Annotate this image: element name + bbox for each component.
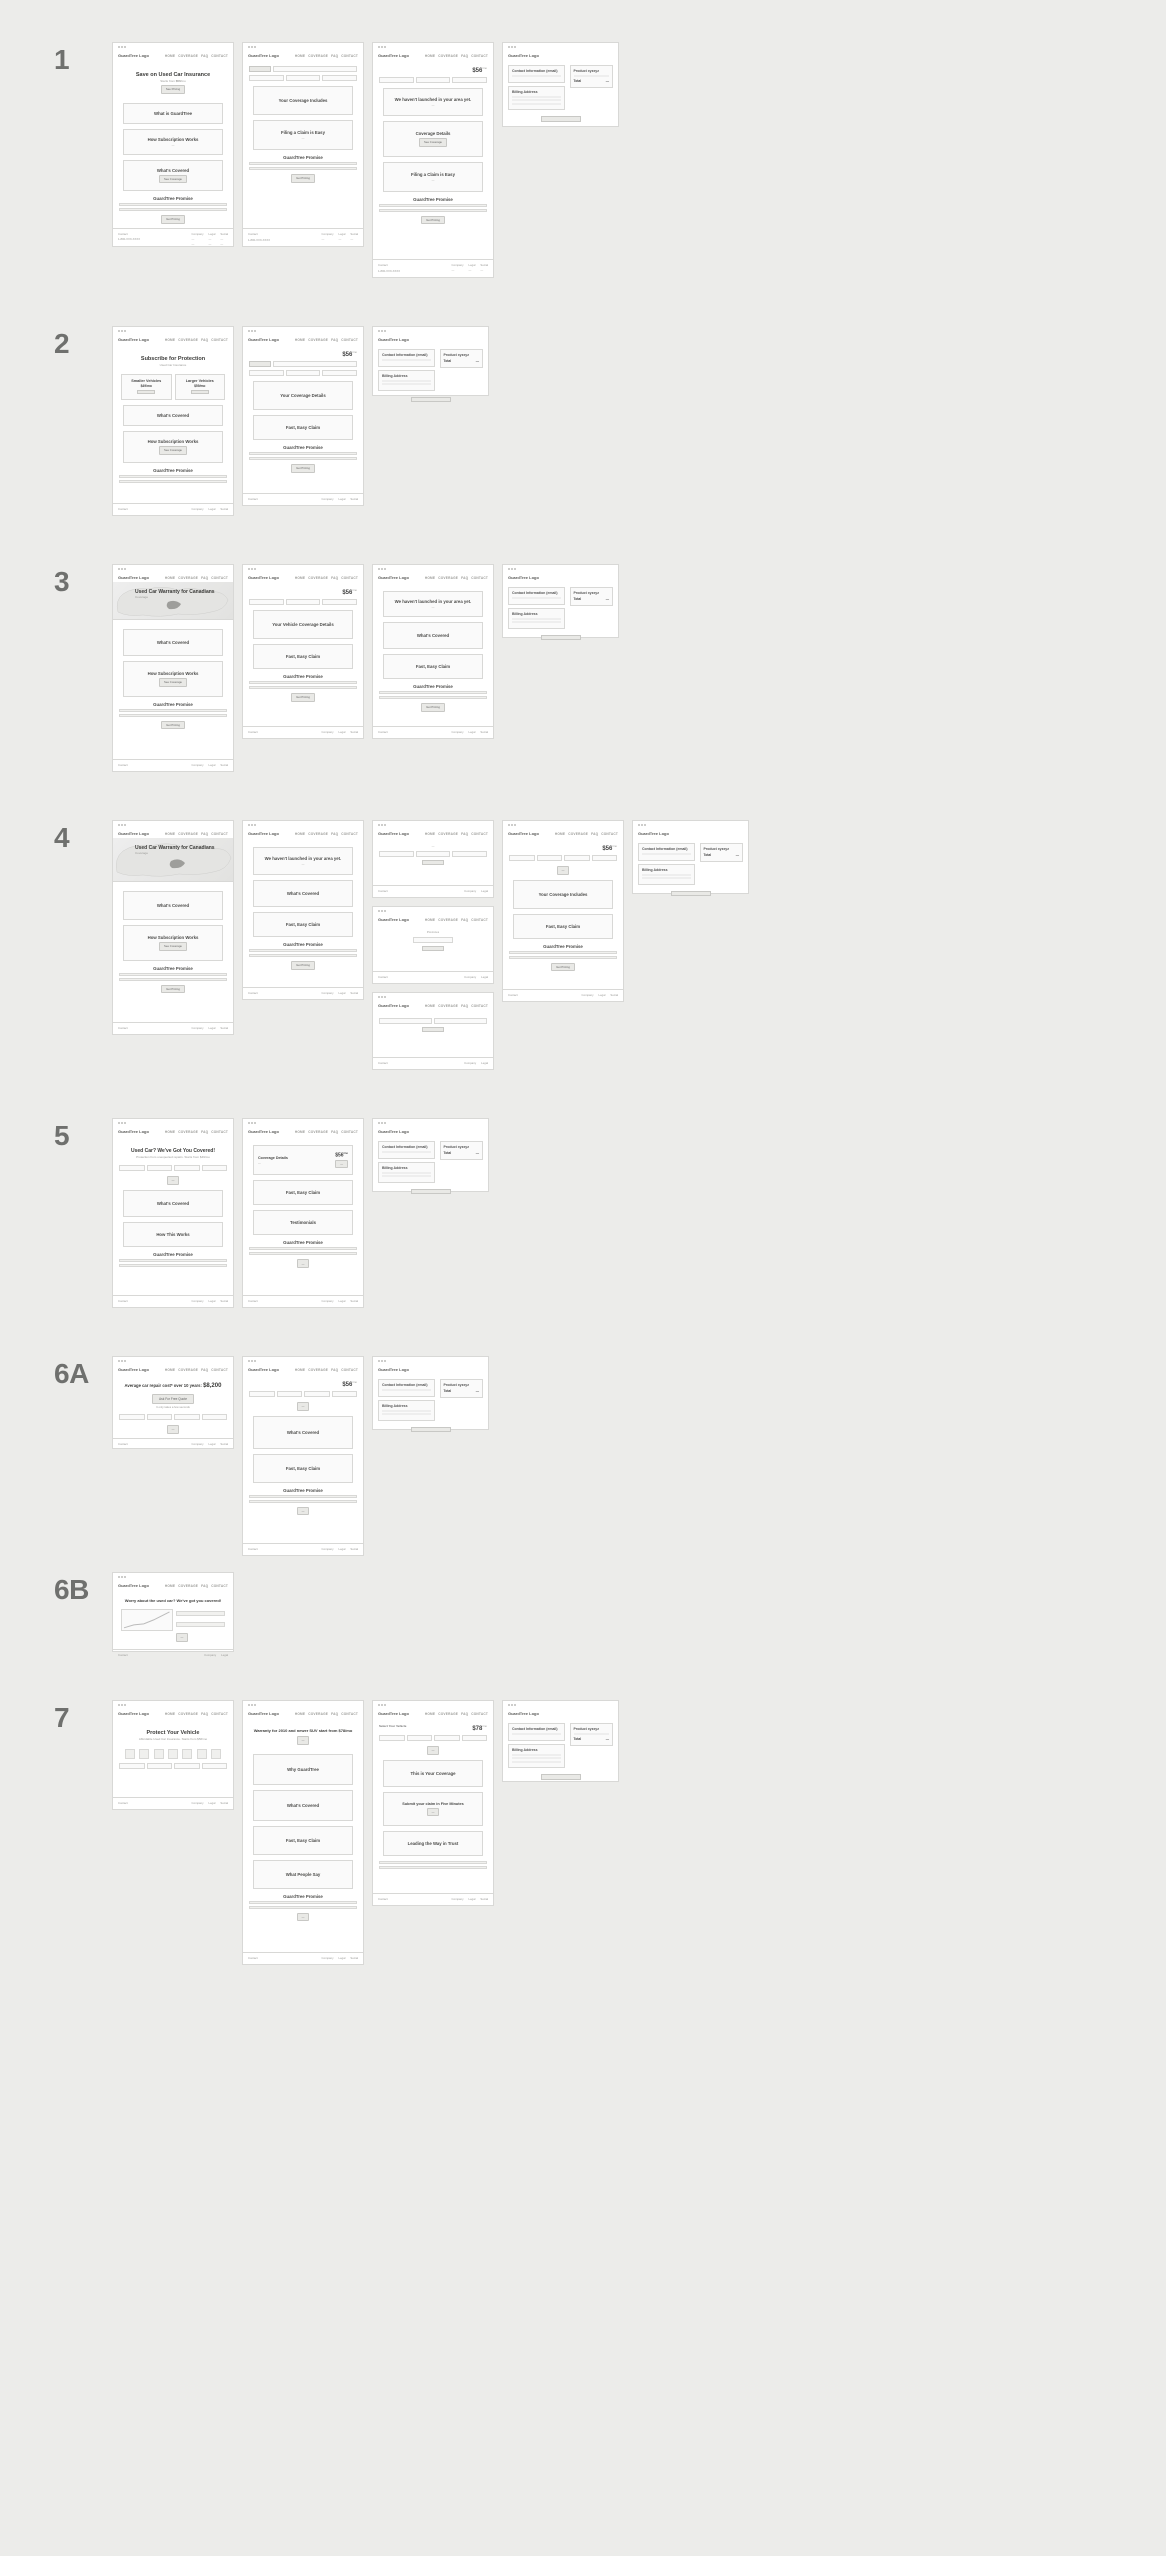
screen-r1-landing[interactable]: GuardTree Logo HOMECOVERAGEFAQCONTACT Sa… — [112, 42, 234, 247]
flow-row-6b: 6B GuardTree LogoHOMECOVERAGEFAQCONTACT … — [54, 1572, 1126, 1652]
row-label: 1 — [54, 42, 112, 76]
vehicle-type-icons[interactable] — [125, 1749, 221, 1759]
screen-r3-notlaunched[interactable]: GuardTree LogoHOMECOVERAGEFAQCONTACT We … — [372, 564, 494, 739]
screen-r7-select[interactable]: GuardTree LogoHOMECOVERAGEFAQCONTACT Sel… — [372, 1700, 494, 1906]
flow-row-3: 3 GuardTree LogoHOMECOVERAGEFAQCONTACT U… — [54, 564, 1126, 772]
screen-r3-quote[interactable]: GuardTree LogoHOMECOVERAGEFAQCONTACT $56… — [242, 564, 364, 739]
flow-row-5: 5 GuardTree LogoHOMECOVERAGEFAQCONTACT U… — [54, 1118, 1126, 1308]
screen-r2-checkout[interactable]: GuardTree Logo Contact Information (emai… — [372, 326, 489, 396]
field-year[interactable] — [249, 75, 284, 81]
screen-r6-checkout[interactable]: GuardTree Logo Contact Information (emai… — [372, 1356, 489, 1430]
screen-r3-checkout[interactable]: GuardTree Logo Contact Information (emai… — [502, 564, 619, 638]
wireframe-canvas: 1 GuardTree Logo HOMECOVERAGEFAQCONTACT … — [0, 0, 1166, 2093]
complete-purchase-button[interactable] — [541, 116, 581, 122]
plan-smaller[interactable]: Smaller Vehicles$49/mo — [121, 374, 172, 400]
hero-sub: Starts from $56/mo — [121, 79, 225, 83]
canada-map: Used Car Warranty for CanadiansCoverage — [113, 838, 233, 882]
screen-r1-quote[interactable]: GuardTree LogoHOMECOVERAGEFAQCONTACT You… — [242, 42, 364, 247]
screen-r4-checkout[interactable]: GuardTree Logo Contact Information (emai… — [632, 820, 749, 894]
brand-logo: GuardTree Logo — [118, 53, 149, 58]
screen-r5-checkout[interactable]: GuardTree Logo Contact Information (emai… — [372, 1118, 489, 1192]
screen-r6b-landing[interactable]: GuardTree LogoHOMECOVERAGEFAQCONTACT Wor… — [112, 1572, 234, 1652]
screen-r4-step1[interactable]: GuardTree LogoHOMECOVERAGEFAQCONTACT — C… — [372, 820, 494, 898]
flow-row-7: 7 GuardTree LogoHOMECOVERAGEFAQCONTACT P… — [54, 1700, 1126, 1965]
screen-r7-checkout[interactable]: GuardTree Logo Contact Information (emai… — [502, 1700, 619, 1782]
screen-r6-quote[interactable]: GuardTree LogoHOMECOVERAGEFAQCONTACT $56… — [242, 1356, 364, 1556]
screen-r7-landing[interactable]: GuardTree LogoHOMECOVERAGEFAQCONTACT Pro… — [112, 1700, 234, 1810]
screen-r4-step3[interactable]: GuardTree LogoHOMECOVERAGEFAQCONTACT Con… — [372, 992, 494, 1070]
screen-r4-pricing[interactable]: GuardTree LogoHOMECOVERAGEFAQCONTACT $56… — [502, 820, 624, 1002]
screen-r7-warranty[interactable]: GuardTree LogoHOMECOVERAGEFAQCONTACT War… — [242, 1700, 364, 1965]
pill-all-vehicles[interactable] — [249, 66, 271, 72]
screen-r5-details[interactable]: GuardTree LogoHOMECOVERAGEFAQCONTACT Cov… — [242, 1118, 364, 1308]
chart-placeholder — [121, 1609, 173, 1631]
flow-row-6a: 6A GuardTree LogoHOMECOVERAGEFAQCONTACT … — [54, 1356, 1126, 1556]
screen-r6a-landing[interactable]: GuardTree LogoHOMECOVERAGEFAQCONTACT Ave… — [112, 1356, 234, 1449]
screen-r2-landing[interactable]: GuardTree LogoHOMECOVERAGEFAQCONTACT Sub… — [112, 326, 234, 516]
field-make[interactable] — [286, 75, 321, 81]
screen-r1-details[interactable]: GuardTree LogoHOMECOVERAGEFAQCONTACT $56… — [372, 42, 494, 278]
screen-r3-landing[interactable]: GuardTree LogoHOMECOVERAGEFAQCONTACT Use… — [112, 564, 234, 772]
field-model[interactable] — [322, 75, 357, 81]
screen-r4-step2[interactable]: GuardTree LogoHOMECOVERAGEFAQCONTACT Pro… — [372, 906, 494, 984]
screen-r2-quote[interactable]: GuardTree LogoHOMECOVERAGEFAQCONTACT $56… — [242, 326, 364, 506]
flow-row-2: 2 GuardTree LogoHOMECOVERAGEFAQCONTACT S… — [54, 326, 1126, 516]
canada-map: Used Car Warranty for CanadiansCoverage — [113, 582, 233, 620]
top-nav[interactable]: HOMECOVERAGEFAQCONTACT — [165, 54, 228, 58]
screen-r4-notlaunched[interactable]: GuardTree LogoHOMECOVERAGEFAQCONTACT We … — [242, 820, 364, 1000]
screen-r1-checkout[interactable]: GuardTree Logo Contact Information (emai… — [502, 42, 619, 127]
flow-row-1: 1 GuardTree Logo HOMECOVERAGEFAQCONTACT … — [54, 42, 1126, 278]
screen-r5-landing[interactable]: GuardTree LogoHOMECOVERAGEFAQCONTACT Use… — [112, 1118, 234, 1308]
flow-row-4: 4 GuardTree LogoHOMECOVERAGEFAQCONTACT U… — [54, 820, 1126, 1070]
screen-r4-landing[interactable]: GuardTree LogoHOMECOVERAGEFAQCONTACT Use… — [112, 820, 234, 1035]
plan-larger[interactable]: Larger Vehicles$59/mo — [175, 374, 226, 400]
hero-title: Save on Used Car Insurance — [121, 72, 225, 78]
cta-button[interactable]: See Pricing — [161, 85, 185, 94]
